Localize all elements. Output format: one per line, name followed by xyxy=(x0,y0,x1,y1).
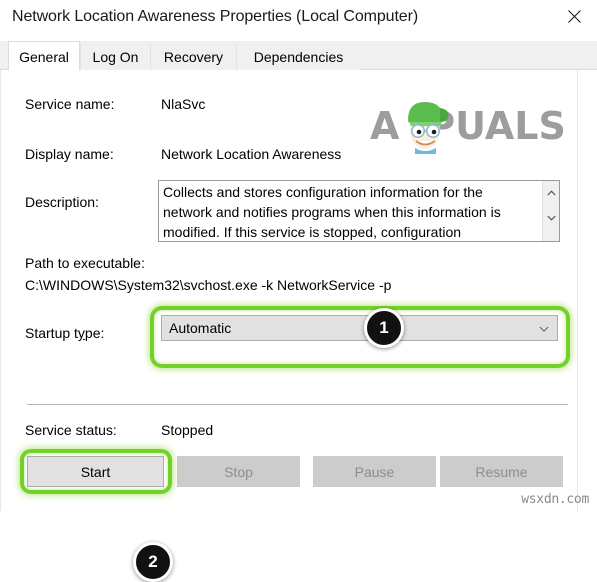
close-icon[interactable] xyxy=(551,0,597,33)
appuals-mascot-icon xyxy=(408,102,449,154)
tab-general-label: General xyxy=(19,48,69,65)
startup-type-label-pre: Startup t xyxy=(25,325,78,341)
display-name-value: Network Location Awareness xyxy=(161,146,342,162)
tab-log-on[interactable]: Log On xyxy=(80,44,150,70)
resume-button: Resume xyxy=(440,456,563,487)
window-title: Network Location Awareness Properties (L… xyxy=(12,8,419,25)
appuals-wordmark-prefix: A xyxy=(370,104,400,148)
startup-type-label: Startup type: xyxy=(25,325,104,341)
description-textbox[interactable]: Collects and stores configuration inform… xyxy=(158,180,560,242)
description-scrollbar[interactable] xyxy=(542,181,559,241)
tab-dependencies-label: Dependencies xyxy=(253,49,344,65)
startup-type-highlight xyxy=(150,306,570,368)
description-label: Description: xyxy=(25,194,99,210)
pause-button-label: Pause xyxy=(354,463,395,480)
service-status-value: Stopped xyxy=(161,422,214,438)
section-divider xyxy=(27,404,568,405)
description-value: Collects and stores configuration inform… xyxy=(163,184,501,240)
tab-dependencies[interactable]: Dependencies xyxy=(236,44,360,70)
start-button-highlight xyxy=(20,449,172,494)
appuals-wordmark: APPUALS xyxy=(370,104,566,148)
site-watermark: wsxdn.com xyxy=(521,492,589,507)
resume-button-label: Resume xyxy=(475,463,528,480)
stop-button-label: Stop xyxy=(224,463,253,480)
step-badge-1: 1 xyxy=(364,308,404,348)
pause-button: Pause xyxy=(313,456,436,487)
path-to-executable-label: Path to executable: xyxy=(25,255,145,271)
panel-right-edge xyxy=(577,70,597,511)
stop-button: Stop xyxy=(177,456,300,487)
service-status-label: Service status: xyxy=(25,422,117,438)
tab-general[interactable]: General xyxy=(8,41,80,71)
service-name-value: NlaSvc xyxy=(161,96,206,112)
startup-type-label-accel: y xyxy=(77,325,85,341)
title-bar: Network Location Awareness Properties (L… xyxy=(0,0,597,41)
service-properties-dialog: Network Location Awareness Properties (L… xyxy=(0,0,597,582)
service-name-label: Service name: xyxy=(25,96,115,112)
tab-recovery[interactable]: Recovery xyxy=(150,44,236,70)
general-tab-panel: APPUALS Service name: NlaSvc Display nam… xyxy=(0,70,597,582)
display-name-label: Display name: xyxy=(25,146,114,162)
panel-left-edge xyxy=(0,70,1,511)
step-badge-2: 2 xyxy=(133,542,173,582)
appuals-wordmark-suffix: PUALS xyxy=(427,104,566,148)
tab-strip: General Log On Recovery Dependencies xyxy=(0,41,597,71)
startup-type-label-post: pe: xyxy=(84,325,105,341)
chevron-up-icon[interactable] xyxy=(543,184,559,201)
tab-log-on-label: Log On xyxy=(92,49,139,65)
chevron-down-icon[interactable] xyxy=(543,209,559,226)
path-to-executable-value: C:\WINDOWS\System32\svchost.exe -k Netwo… xyxy=(25,277,392,293)
tab-recovery-label: Recovery xyxy=(163,49,224,65)
appuals-logo: APPUALS xyxy=(370,98,575,156)
